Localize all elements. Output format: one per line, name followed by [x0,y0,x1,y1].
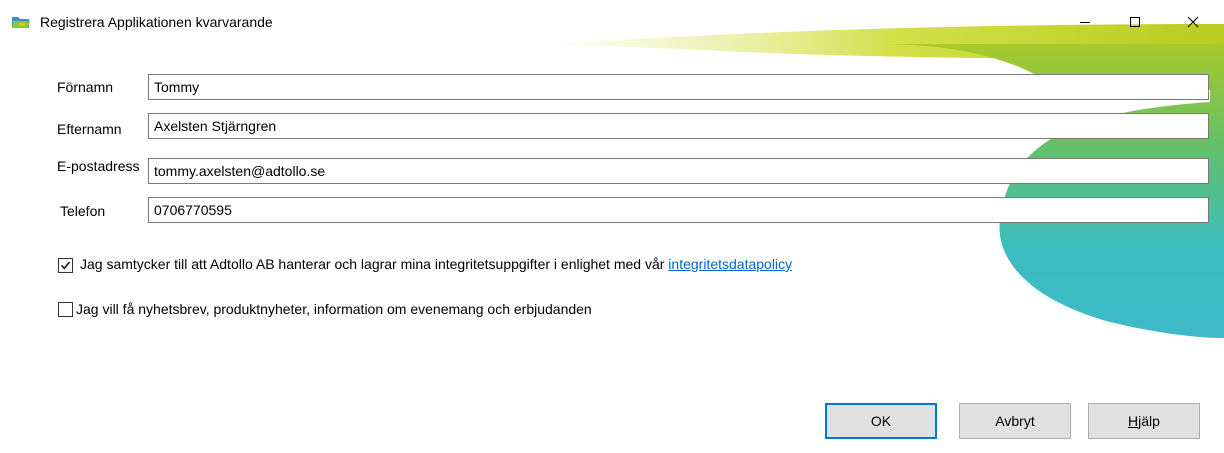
consent-label: Jag samtycker till att Adtollo AB hanter… [80,256,669,272]
app-folder-icon [12,17,30,28]
first-name-input[interactable] [148,74,1209,100]
cancel-button-label: Avbryt [995,413,1035,429]
close-button[interactable] [1170,0,1216,44]
email-input[interactable] [148,158,1209,184]
maximize-icon [1130,17,1140,27]
minimize-button[interactable] [1062,0,1108,44]
close-icon [1187,16,1199,28]
phone-label: Telefon [60,203,106,219]
ok-button-label: OK [870,413,892,429]
consent-text: Jag samtycker till att Adtollo AB hanter… [80,256,792,272]
newsletter-label: Jag vill få nyhetsbrev, produktnyheter, … [76,301,592,317]
help-mnemonic: H [1128,413,1139,429]
title-bar: Registrera Applikationen kvarvarande [0,0,1224,44]
background-swoosh-graphic [560,24,1224,338]
newsletter-checkbox[interactable] [58,302,73,317]
maximize-button[interactable] [1112,0,1158,44]
privacy-policy-link[interactable]: integritetsdatapolicy [668,256,792,272]
minimize-icon [1080,22,1090,23]
cancel-button[interactable]: Avbryt [959,403,1071,439]
first-name-label: Förnamn [57,79,114,95]
help-button[interactable]: Hjälp [1088,403,1200,439]
consent-checkbox[interactable] [58,258,73,273]
help-button-label: jälp [1138,413,1160,429]
email-label: E-postadress [57,158,140,174]
last-name-input[interactable] [148,113,1209,139]
ok-button[interactable]: OK [825,403,937,439]
checkmark-icon [61,261,71,270]
last-name-label: Efternamn [57,121,122,137]
window-title: Registrera Applikationen kvarvarande [40,14,273,30]
phone-input[interactable] [148,197,1209,223]
